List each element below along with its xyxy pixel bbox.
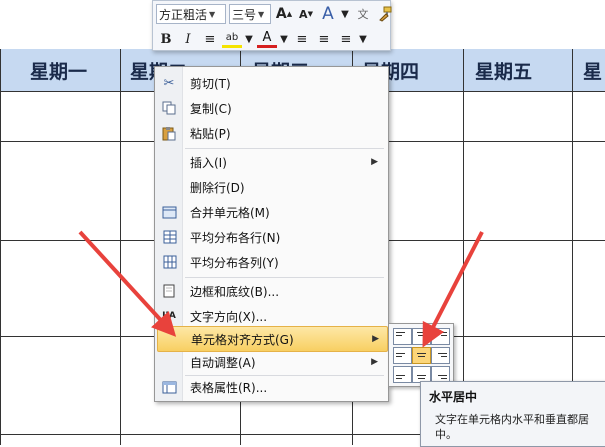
chevron-down-icon[interactable]: ▼ <box>358 29 368 49</box>
submenu-arrow-icon: ▶ <box>371 357 378 367</box>
header-cell-friday[interactable]: 星期五 <box>475 57 532 84</box>
italic-button[interactable]: I <box>178 29 198 49</box>
copy-icon <box>158 97 180 119</box>
menu-item-label: 边框和底纹(B)... <box>190 284 280 299</box>
highlight-button[interactable]: ab <box>222 30 242 48</box>
bullets-button[interactable]: ≡ <box>336 29 356 49</box>
table-properties-icon <box>158 376 180 398</box>
menu-item-label: 复制(C) <box>190 101 232 116</box>
chevron-down-icon[interactable]: ▼ <box>340 4 350 24</box>
font-color-button[interactable]: A <box>257 30 277 48</box>
menu-item-cut[interactable]: ✂ 剪切(T) <box>157 71 386 95</box>
text-direction-icon: IIA <box>162 311 176 321</box>
menu-item-merge-cells[interactable]: 合并单元格(M) <box>157 200 386 224</box>
chevron-down-icon: ▼ <box>258 9 265 19</box>
font-size-value: 三号 <box>232 7 257 22</box>
menu-separator <box>185 277 384 278</box>
align-middle-left-button[interactable] <box>393 347 412 364</box>
chevron-down-icon[interactable]: ▼ <box>279 29 289 49</box>
font-size-combo[interactable]: 三号 ▼ <box>229 4 271 24</box>
format-painter-icon[interactable] <box>375 4 395 24</box>
scissors-icon: ✂ <box>163 75 175 91</box>
paste-icon <box>158 122 180 144</box>
menu-item-insert[interactable]: 插入(I) ▶ <box>157 150 386 174</box>
cell-alignment-submenu <box>388 323 454 387</box>
menu-item-autofit[interactable]: 自动调整(A) ▶ <box>157 350 386 374</box>
distribute-columns-icon <box>158 251 180 273</box>
align-middle-center-button[interactable] <box>412 347 431 364</box>
align-middle-right-button[interactable] <box>431 347 450 364</box>
menu-item-distribute-rows[interactable]: 平均分布各行(N) <box>157 225 386 249</box>
menu-item-label: 自动调整(A) <box>190 355 256 370</box>
menu-item-label: 删除行(D) <box>190 180 245 195</box>
menu-item-table-properties[interactable]: 表格属性(R)... <box>157 375 386 399</box>
menu-item-label: 剪切(T) <box>190 76 231 91</box>
chevron-down-icon: ▼ <box>209 9 216 19</box>
align-top-left-button[interactable] <box>393 328 412 345</box>
menu-item-label: 单元格对齐方式(G) <box>191 332 294 347</box>
align-bottom-left-button[interactable] <box>393 366 412 383</box>
menu-item-delete-row[interactable]: 删除行(D) <box>157 175 386 199</box>
menu-item-text-direction[interactable]: IIA 文字方向(X)... <box>157 304 386 328</box>
align-top-center-button[interactable] <box>412 328 431 345</box>
menu-separator <box>185 148 384 149</box>
merge-cells-icon <box>158 201 180 223</box>
font-name-combo[interactable]: 方正粗活 ▼ <box>156 4 226 24</box>
col-line <box>120 49 121 445</box>
submenu-arrow-icon: ▶ <box>372 334 379 344</box>
menu-item-label: 插入(I) <box>190 155 227 170</box>
phonetic-guide-button[interactable]: 文 <box>353 4 373 24</box>
bold-button[interactable]: B <box>156 29 176 49</box>
chevron-down-icon[interactable]: ▼ <box>244 29 254 49</box>
distribute-rows-icon <box>158 226 180 248</box>
tooltip-title: 水平居中 <box>429 390 478 404</box>
tooltip-body: 文字在单元格内水平和垂直都居中。 <box>435 413 589 441</box>
submenu-arrow-icon: ▶ <box>371 157 378 167</box>
tooltip: 水平居中 文字在单元格内水平和垂直都居中。 <box>420 381 605 447</box>
borders-icon <box>158 280 180 302</box>
font-name-value: 方正粗活 <box>159 7 208 22</box>
col-line <box>0 49 1 445</box>
shrink-font-button[interactable]: A ▼ <box>296 4 316 24</box>
menu-item-label: 粘贴(P) <box>190 126 231 141</box>
align-top-right-button[interactable] <box>431 328 450 345</box>
menu-item-label: 文字方向(X)... <box>190 309 268 324</box>
menu-item-label: 表格属性(R)... <box>190 380 268 395</box>
mini-toolbar: 方正粗活 ▼ 三号 ▼ A ▲ A ▼ A ▼ 文 B I ≡ ab ▼ A ▼ ≡… <box>152 0 392 51</box>
menu-item-cell-alignment[interactable]: 单元格对齐方式(G) ▶ <box>157 326 388 352</box>
header-cell-monday[interactable]: 星期一 <box>30 57 87 84</box>
menu-item-borders-shading[interactable]: 边框和底纹(B)... <box>157 279 386 303</box>
context-menu: ✂ 剪切(T) 复制(C) 粘贴(P) 插入(I) ▶ 删除行(D) 合并单元格… <box>154 66 389 402</box>
menu-item-label: 平均分布各行(N) <box>190 230 281 245</box>
center-button[interactable]: ≡ <box>200 29 220 49</box>
menu-item-label: 平均分布各列(Y) <box>190 255 279 270</box>
increase-indent-button[interactable]: ≡ <box>314 29 334 49</box>
header-cell-partial[interactable]: 星 <box>583 57 602 84</box>
grow-font-button[interactable]: A ▲ <box>274 4 294 24</box>
menu-item-distribute-columns[interactable]: 平均分布各列(Y) <box>157 250 386 274</box>
decrease-indent-button[interactable]: ≡ <box>292 29 312 49</box>
menu-item-label: 合并单元格(M) <box>190 205 270 220</box>
menu-item-copy[interactable]: 复制(C) <box>157 96 386 120</box>
text-effect-button[interactable]: A <box>318 4 338 24</box>
menu-item-paste[interactable]: 粘贴(P) <box>157 121 386 145</box>
